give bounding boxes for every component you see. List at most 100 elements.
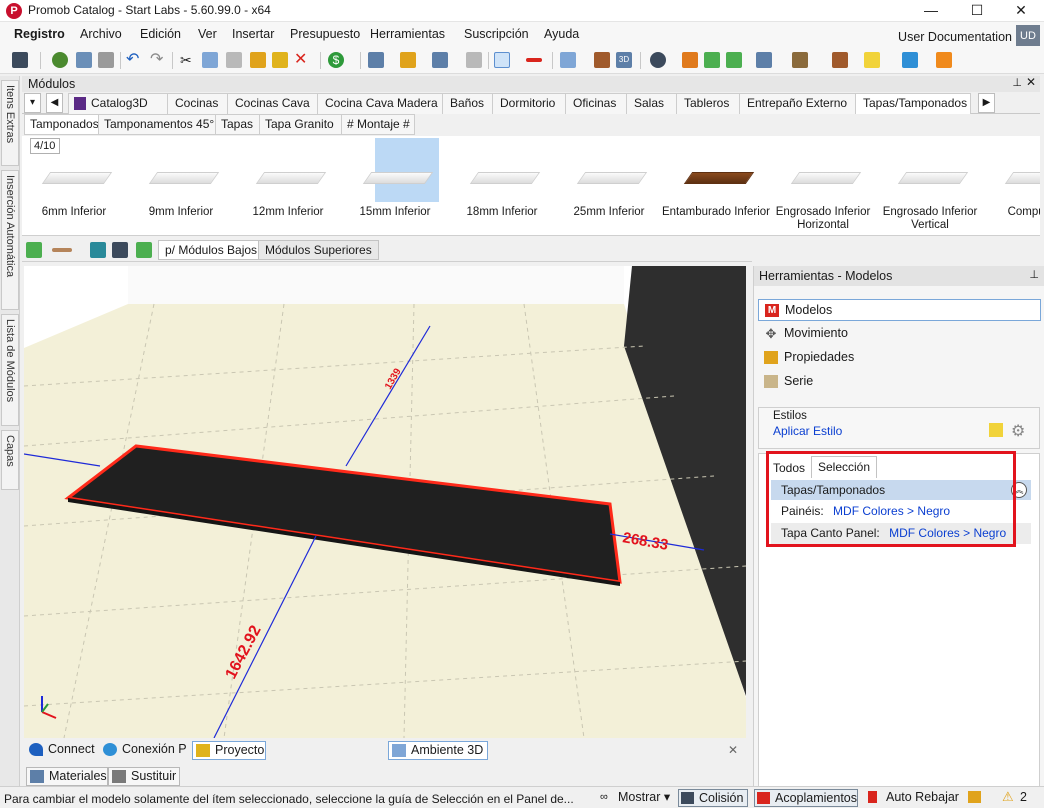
undo-icon[interactable]: ↶	[126, 52, 142, 68]
chevron-down-icon[interactable]: ▾	[24, 93, 41, 113]
user-documentation-link[interactable]: User Documentation	[898, 30, 1012, 44]
catalog-icon[interactable]	[52, 52, 68, 68]
auto-rebajar-toggle[interactable]: Auto Rebajar	[866, 789, 959, 807]
tab-lista-de-modulos[interactable]: Lista de Módulos	[1, 314, 19, 426]
tab-salas[interactable]: Salas	[626, 93, 677, 114]
tab-modulos-bajos[interactable]: p/ Módulos Bajos	[158, 240, 265, 260]
chevron-right-icon[interactable]: ▶	[978, 93, 995, 113]
save-icon[interactable]	[12, 52, 28, 68]
tab-tapas-tamponados[interactable]: Tapas/Tamponados	[855, 93, 971, 114]
menu-edicion[interactable]: Edición	[140, 27, 181, 41]
chevron-left-icon[interactable]: ◀	[46, 93, 63, 113]
tool-serie[interactable]: Serie	[758, 371, 1041, 393]
arrow-right-icon[interactable]	[726, 52, 742, 68]
lamp-icon[interactable]	[832, 52, 848, 68]
arrow-left-icon[interactable]	[704, 52, 720, 68]
tab-oficinas[interactable]: Oficinas	[565, 93, 627, 114]
paint-icon[interactable]	[272, 52, 288, 68]
subtab-tapa-granito[interactable]: Tapa Granito	[259, 114, 342, 135]
eye-icon[interactable]	[650, 52, 666, 68]
gallery-item[interactable]: 15mm Inferior	[345, 138, 445, 234]
tab-tableros[interactable]: Tableros	[676, 93, 740, 114]
scene-svg[interactable]: 1339 268.33 1642.92	[24, 266, 746, 738]
acoplamientos-toggle[interactable]: Acoplamientos	[754, 789, 858, 807]
camera-icon[interactable]	[756, 52, 772, 68]
tree-icon[interactable]	[26, 242, 42, 258]
3d-viewport[interactable]: 1339 268.33 1642.92	[24, 266, 746, 738]
colision-toggle[interactable]: Colisión	[678, 789, 748, 807]
tab-itens-extras[interactable]: Itens Extras	[1, 80, 19, 166]
copy-icon[interactable]	[202, 52, 218, 68]
price-icon[interactable]: $	[328, 52, 344, 68]
subtab-tapas[interactable]: Tapas	[215, 114, 260, 135]
subtab-tamponados[interactable]: Tamponados	[24, 114, 99, 135]
import-icon[interactable]	[90, 242, 106, 258]
panel-pin-icon[interactable]: ⊥	[1029, 268, 1039, 281]
export-icon[interactable]	[76, 52, 92, 68]
gear-icon[interactable]: ⚙	[1011, 421, 1025, 441]
close-button[interactable]: ✕	[998, 0, 1044, 22]
tab-conexion-p[interactable]: Conexión P	[100, 741, 187, 760]
binoculars-icon[interactable]	[112, 242, 128, 258]
pin-icon[interactable]: ⊥	[1012, 76, 1022, 89]
gallery-item[interactable]: 6mm Inferior	[24, 138, 124, 234]
tab-proyecto[interactable]: Proyecto	[192, 741, 266, 760]
tab-connect[interactable]: Connect	[26, 741, 95, 760]
layout-icon[interactable]	[368, 52, 384, 68]
tool-propiedades[interactable]: Propiedades	[758, 347, 1041, 369]
measure-icon[interactable]	[526, 58, 542, 62]
subtab-tamponamentos-45[interactable]: Tamponamentos 45°	[98, 114, 216, 135]
panel-icon[interactable]	[466, 52, 482, 68]
line-tool-icon[interactable]	[52, 248, 72, 252]
tools-status-button[interactable]	[966, 789, 986, 807]
subtab-montaje[interactable]: # Montaje #	[341, 114, 415, 135]
select-cursor-icon[interactable]	[494, 52, 510, 68]
modulos-close-icon[interactable]: ✕	[1026, 75, 1036, 89]
tab-cocinas[interactable]: Cocinas	[167, 93, 228, 114]
tab-ambiente-3d[interactable]: Ambiente 3D	[388, 741, 488, 760]
menu-herramientas[interactable]: Herramientas	[370, 27, 445, 41]
hand-icon[interactable]	[682, 52, 698, 68]
gallery-item[interactable]: 12mm Inferior	[238, 138, 338, 234]
menu-presupuesto[interactable]: Presupuesto	[290, 27, 360, 41]
tag-icon[interactable]	[432, 52, 448, 68]
paste-icon[interactable]	[226, 52, 242, 68]
hammer-icon[interactable]	[250, 52, 266, 68]
apply-style-link[interactable]: Aplicar Estilo	[773, 424, 842, 438]
recycle-icon[interactable]	[136, 242, 152, 258]
cut-icon[interactable]: ✂	[180, 52, 196, 68]
tab-insercion-automatica[interactable]: Inserción Automática	[1, 170, 19, 310]
gallery-item[interactable]: 18mm Inferior	[452, 138, 552, 234]
gallery-item[interactable]: 25mm Inferior	[559, 138, 659, 234]
close-view-icon[interactable]: ✕	[728, 743, 738, 757]
mostrar-button[interactable]: ∞ Mostrar ▾	[598, 789, 670, 807]
print-icon[interactable]	[98, 52, 114, 68]
menu-ver[interactable]: Ver	[198, 27, 217, 41]
gallery-item[interactable]: Engrosado Inferior Vertical	[880, 138, 980, 234]
box-icon[interactable]	[792, 52, 808, 68]
gallery-item[interactable]: 9mm Inferior	[131, 138, 231, 234]
tab-cocinas-cava[interactable]: Cocinas Cava	[227, 93, 318, 114]
gallery-item[interactable]: Compuesto	[987, 138, 1040, 234]
menu-registro[interactable]: Registro	[14, 27, 65, 41]
tool-movimiento[interactable]: ✥ Movimiento	[758, 323, 1041, 345]
delete-icon[interactable]: ✕	[294, 52, 310, 68]
tab-modulos-superiores[interactable]: Módulos Superiores	[258, 240, 379, 260]
tab-entrepano-externo[interactable]: Entrepaño Externo	[739, 93, 856, 114]
menu-ayuda[interactable]: Ayuda	[544, 27, 579, 41]
user-icon[interactable]	[936, 52, 952, 68]
layers-icon[interactable]	[560, 52, 576, 68]
redo-icon[interactable]: ↷	[150, 52, 166, 68]
menu-insertar[interactable]: Insertar	[232, 27, 274, 41]
tab-banos[interactable]: Baños	[442, 93, 493, 114]
tab-sustituir[interactable]: Sustituir	[108, 767, 180, 786]
menu-suscripcion[interactable]: Suscripción	[464, 27, 529, 41]
tab-dormitorio[interactable]: Dormitorio	[492, 93, 566, 114]
tab-materiales[interactable]: Materiales	[26, 767, 108, 786]
view-3d-icon[interactable]: 3D	[616, 52, 632, 68]
grid-icon[interactable]	[400, 52, 416, 68]
maximize-button[interactable]: ☐	[954, 0, 1000, 22]
tab-catalog3d[interactable]: Catalog3D	[68, 93, 168, 114]
tool-modelos[interactable]: M Modelos	[758, 299, 1041, 321]
avatar[interactable]: UD	[1016, 25, 1040, 47]
